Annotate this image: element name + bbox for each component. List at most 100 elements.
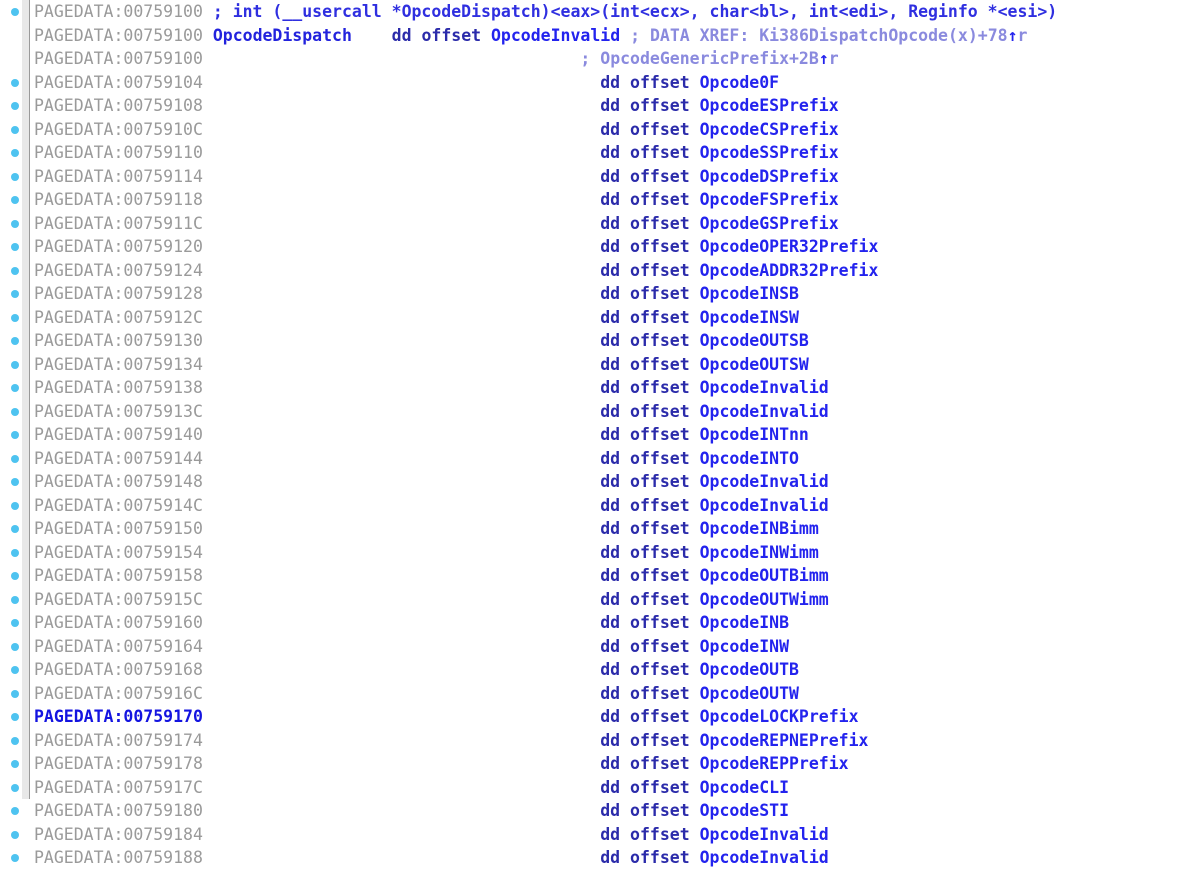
disassembly-line[interactable]: PAGEDATA:00759100 ; OpcodeGenericPrefix+… [0, 47, 1200, 71]
address-label[interactable]: PAGEDATA:0075914C [34, 496, 203, 515]
breakpoint-marker-dot-icon[interactable] [11, 666, 19, 675]
address-label[interactable]: PAGEDATA:00759128 [34, 284, 203, 303]
address-label[interactable]: PAGEDATA:00759124 [34, 261, 203, 280]
disassembly-line[interactable]: PAGEDATA:00759174 dd offset OpcodeREPNEP… [0, 729, 1200, 753]
address-label[interactable]: PAGEDATA:00759118 [34, 190, 203, 209]
disassembly-line[interactable]: PAGEDATA:0075913C dd offset OpcodeInvali… [0, 400, 1200, 424]
address-label[interactable]: PAGEDATA:00759160 [34, 613, 203, 632]
breakpoint-marker-dot-icon[interactable] [11, 501, 19, 510]
address-label[interactable]: PAGEDATA:00759178 [34, 754, 203, 773]
address-label[interactable]: PAGEDATA:00759144 [34, 449, 203, 468]
address-label[interactable]: PAGEDATA:00759150 [34, 519, 203, 538]
disassembly-line[interactable]: PAGEDATA:00759138 dd offset OpcodeInvali… [0, 376, 1200, 400]
address-label[interactable]: PAGEDATA:00759120 [34, 237, 203, 256]
address-label[interactable]: PAGEDATA:00759188 [34, 848, 203, 867]
disassembly-line[interactable]: PAGEDATA:00759164 dd offset OpcodeINW [0, 635, 1200, 659]
disassembly-line[interactable]: PAGEDATA:00759158 dd offset OpcodeOUTBim… [0, 564, 1200, 588]
disassembly-line[interactable]: PAGEDATA:00759160 dd offset OpcodeINB [0, 611, 1200, 635]
address-label[interactable]: PAGEDATA:00759134 [34, 355, 203, 374]
address-label[interactable]: PAGEDATA:0075912C [34, 308, 203, 327]
breakpoint-marker-dot-icon[interactable] [11, 407, 19, 416]
disassembly-line[interactable]: PAGEDATA:00759120 dd offset OpcodeOPER32… [0, 235, 1200, 259]
breakpoint-marker-dot-icon[interactable] [11, 572, 19, 581]
breakpoint-marker-dot-icon[interactable] [11, 149, 19, 158]
address-label[interactable]: PAGEDATA:00759158 [34, 566, 203, 585]
disassembly-line[interactable]: PAGEDATA:00759150 dd offset OpcodeINBimm [0, 517, 1200, 541]
breakpoint-marker-dot-icon[interactable] [11, 243, 19, 252]
breakpoint-marker-dot-icon[interactable] [11, 313, 19, 322]
breakpoint-marker-dot-icon[interactable] [11, 172, 19, 181]
disassembly-line[interactable]: PAGEDATA:00759168 dd offset OpcodeOUTB [0, 658, 1200, 682]
address-label[interactable]: PAGEDATA:00759108 [34, 96, 203, 115]
address-label[interactable]: PAGEDATA:00759168 [34, 660, 203, 679]
disassembly-line[interactable]: PAGEDATA:00759184 dd offset OpcodeInvali… [0, 823, 1200, 847]
address-label[interactable]: PAGEDATA:0075917C [34, 778, 203, 797]
address-label[interactable]: PAGEDATA:00759180 [34, 801, 203, 820]
disassembly-line[interactable]: PAGEDATA:00759108 dd offset OpcodeESPref… [0, 94, 1200, 118]
disassembly-line[interactable]: PAGEDATA:00759128 dd offset OpcodeINSB [0, 282, 1200, 306]
disassembly-line[interactable]: PAGEDATA:00759188 dd offset OpcodeInvali… [0, 846, 1200, 870]
breakpoint-marker-dot-icon[interactable] [11, 525, 19, 534]
breakpoint-marker-dot-icon[interactable] [11, 431, 19, 440]
address-label[interactable]: PAGEDATA:00759104 [34, 73, 203, 92]
breakpoint-marker-dot-icon[interactable] [11, 454, 19, 463]
breakpoint-marker-dot-icon[interactable] [11, 689, 19, 698]
disassembly-line[interactable]: PAGEDATA:00759100 ; int (__usercall *Opc… [0, 0, 1200, 24]
disassembly-line[interactable]: PAGEDATA:00759144 dd offset OpcodeINTO [0, 447, 1200, 471]
breakpoint-marker-dot-icon[interactable] [11, 760, 19, 769]
disassembly-line[interactable]: PAGEDATA:00759110 dd offset OpcodeSSPref… [0, 141, 1200, 165]
ida-disassembly-view[interactable]: PAGEDATA:00759100 ; int (__usercall *Opc… [0, 0, 1200, 867]
disassembly-line[interactable]: PAGEDATA:00759170 dd offset OpcodeLOCKPr… [0, 705, 1200, 729]
disassembly-line[interactable]: PAGEDATA:00759124 dd offset OpcodeADDR32… [0, 259, 1200, 283]
breakpoint-marker-dot-icon[interactable] [11, 830, 19, 839]
address-label[interactable]: PAGEDATA:00759154 [34, 543, 203, 562]
disassembly-line[interactable]: PAGEDATA:0075912C dd offset OpcodeINSW [0, 306, 1200, 330]
disassembly-line[interactable]: PAGEDATA:00759140 dd offset OpcodeINTnn [0, 423, 1200, 447]
address-label[interactable]: PAGEDATA:00759110 [34, 143, 203, 162]
disassembly-line[interactable]: PAGEDATA:00759104 dd offset Opcode0F [0, 71, 1200, 95]
disassembly-line[interactable]: PAGEDATA:0075917C dd offset OpcodeCLI [0, 776, 1200, 800]
disassembly-line[interactable]: PAGEDATA:00759118 dd offset OpcodeFSPref… [0, 188, 1200, 212]
disassembly-line[interactable]: PAGEDATA:00759148 dd offset OpcodeInvali… [0, 470, 1200, 494]
address-label[interactable]: PAGEDATA:00759114 [34, 167, 203, 186]
address-label[interactable]: PAGEDATA:0075910C [34, 120, 203, 139]
disassembly-line[interactable]: PAGEDATA:00759134 dd offset OpcodeOUTSW [0, 353, 1200, 377]
disassembly-line[interactable]: PAGEDATA:00759180 dd offset OpcodeSTI [0, 799, 1200, 823]
breakpoint-marker-dot-icon[interactable] [11, 219, 19, 228]
disassembly-line[interactable]: PAGEDATA:00759130 dd offset OpcodeOUTSB [0, 329, 1200, 353]
address-label[interactable]: PAGEDATA:00759100 [34, 49, 203, 68]
address-label[interactable]: PAGEDATA:00759100 [34, 26, 203, 45]
breakpoint-marker-dot-icon[interactable] [11, 78, 19, 87]
disassembly-line[interactable]: PAGEDATA:00759114 dd offset OpcodeDSPref… [0, 165, 1200, 189]
address-label[interactable]: PAGEDATA:00759184 [34, 825, 203, 844]
address-label[interactable]: PAGEDATA:00759130 [34, 331, 203, 350]
disassembly-line[interactable]: PAGEDATA:0075915C dd offset OpcodeOUTWim… [0, 588, 1200, 612]
breakpoint-marker-dot-icon[interactable] [11, 548, 19, 557]
breakpoint-marker-dot-icon[interactable] [11, 8, 19, 17]
disassembly-line[interactable]: PAGEDATA:0075910C dd offset OpcodeCSPref… [0, 118, 1200, 142]
address-label[interactable]: PAGEDATA:00759138 [34, 378, 203, 397]
address-label[interactable]: PAGEDATA:00759164 [34, 637, 203, 656]
disassembly-line[interactable]: PAGEDATA:00759178 dd offset OpcodeREPPre… [0, 752, 1200, 776]
address-label[interactable]: PAGEDATA:0075913C [34, 402, 203, 421]
breakpoint-marker-dot-icon[interactable] [11, 102, 19, 111]
disassembly-line[interactable]: PAGEDATA:0075914C dd offset OpcodeInvali… [0, 494, 1200, 518]
disassembly-line[interactable]: PAGEDATA:0075911C dd offset OpcodeGSPref… [0, 212, 1200, 236]
address-label[interactable]: PAGEDATA:0075916C [34, 684, 203, 703]
breakpoint-marker-dot-icon[interactable] [11, 595, 19, 604]
breakpoint-marker-dot-icon[interactable] [11, 642, 19, 651]
breakpoint-marker-dot-icon[interactable] [11, 807, 19, 816]
breakpoint-marker-dot-icon[interactable] [11, 619, 19, 628]
breakpoint-marker-dot-icon[interactable] [11, 713, 19, 722]
address-label[interactable]: PAGEDATA:00759100 [34, 2, 203, 21]
address-label[interactable]: PAGEDATA:00759140 [34, 425, 203, 444]
breakpoint-marker-dot-icon[interactable] [11, 337, 19, 346]
breakpoint-marker-dot-icon[interactable] [11, 384, 19, 393]
address-label[interactable]: PAGEDATA:00759174 [34, 731, 203, 750]
disassembly-line[interactable]: PAGEDATA:0075916C dd offset OpcodeOUTW [0, 682, 1200, 706]
breakpoint-marker-dot-icon[interactable] [11, 266, 19, 275]
disassembly-line[interactable]: PAGEDATA:00759100 OpcodeDispatch dd offs… [0, 24, 1200, 48]
address-label[interactable]: PAGEDATA:0075911C [34, 214, 203, 233]
address-label[interactable]: PAGEDATA:0075915C [34, 590, 203, 609]
breakpoint-marker-dot-icon[interactable] [11, 196, 19, 205]
